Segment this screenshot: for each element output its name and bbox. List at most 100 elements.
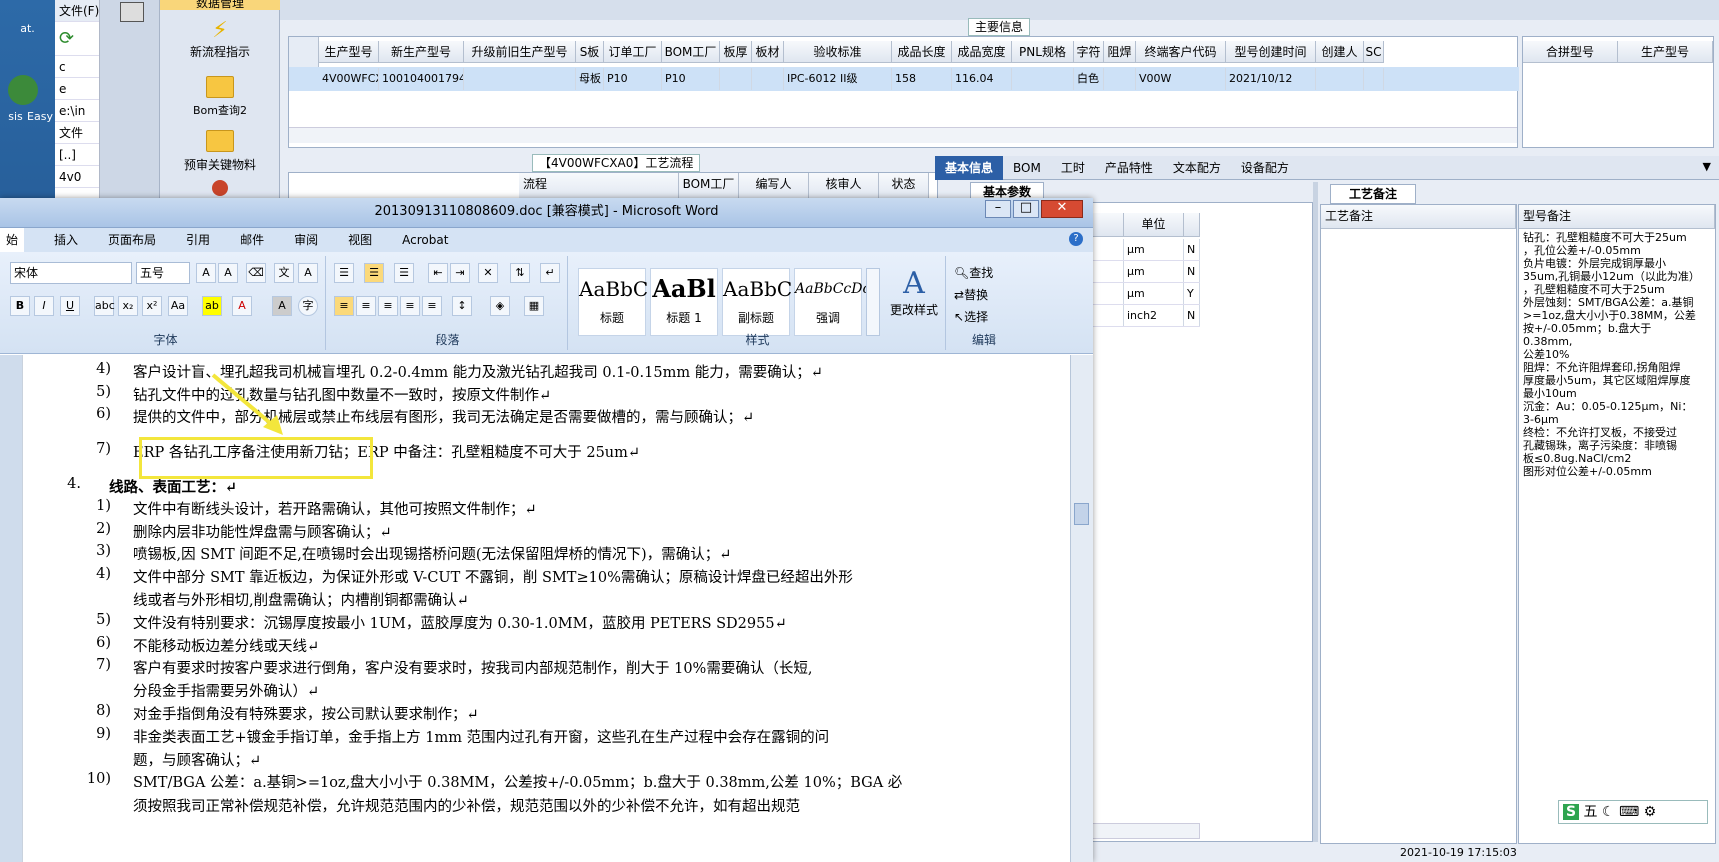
tab-text-recipe[interactable]: 文本配方 [1163, 156, 1231, 180]
tab-craft-notes[interactable]: 工艺备注 [1330, 184, 1417, 204]
char-border-icon[interactable]: A [298, 263, 318, 283]
scroll-thumb[interactable] [1074, 503, 1089, 525]
change-case-button[interactable]: Aa [168, 296, 188, 316]
grid-cell[interactable] [1316, 68, 1364, 90]
justify-icon[interactable]: ≡ [400, 296, 420, 316]
tab-hours[interactable]: 工时 [1051, 156, 1095, 180]
model-notes-text[interactable]: 钻孔：孔壁粗糙度不可大于25um ，孔位公差+/-0.05mm 负片电镀：外层完成铜… [1519, 229, 1715, 478]
style-title[interactable]: AaBbC 标题 [578, 268, 648, 336]
ime-toolbar[interactable]: S 五 ☾ ⌨ ⚙ [1558, 800, 1708, 824]
style-emphasis[interactable]: AaBbCcDc 强调 [794, 268, 870, 336]
grid-col-header[interactable]: 型号创建时间 [1226, 41, 1316, 63]
align-right-icon[interactable]: ≡ [378, 296, 398, 316]
tab-device-recipe[interactable]: 设备配方 [1231, 156, 1299, 180]
grid-cell[interactable]: P10 [604, 68, 662, 90]
sort-icon[interactable]: ⇅ [510, 263, 530, 283]
launcher-item-flow[interactable]: ⚡ 新流程指示 [160, 18, 280, 60]
grid-col-header[interactable]: 升级前旧生产型号 [464, 41, 576, 63]
increase-indent-icon[interactable]: ⇥ [450, 263, 470, 283]
grid-cell[interactable]: 116.04 [952, 68, 1012, 90]
borders-icon[interactable]: ▦ [524, 296, 544, 316]
phonetic-icon[interactable]: 文 [274, 263, 294, 283]
table-row[interactable]: 4V00WFCXA010010400179419母板P10P10IPC-6012… [289, 67, 1519, 91]
grid-cell[interactable] [752, 68, 784, 90]
grid-col-header[interactable]: 阻焊 [1104, 41, 1136, 63]
tab-bom[interactable]: BOM [1003, 156, 1051, 180]
grid-cell[interactable]: P10 [662, 68, 720, 90]
tab-view[interactable]: 视图 [348, 228, 372, 252]
grid-cell[interactable] [464, 68, 576, 90]
line-spacing-icon[interactable]: ↕ [452, 296, 472, 316]
grid-cell[interactable]: 10010400179419 [379, 68, 464, 90]
explorer-row[interactable]: 4v0 [55, 166, 99, 188]
style-subtitle[interactable]: AaBbC 副标题 [722, 268, 792, 336]
grid-col-header[interactable]: 订单工厂 [604, 41, 662, 63]
chevron-down-icon[interactable]: ▼ [1703, 160, 1711, 173]
tab-product-feature[interactable]: 产品特性 [1095, 156, 1163, 180]
help-icon[interactable]: ? [1069, 232, 1083, 246]
grid-cell[interactable] [1012, 68, 1074, 90]
replace-button[interactable]: ⇄替换 [954, 286, 988, 303]
grid-cell[interactable]: 白色 [1074, 68, 1104, 90]
align-center-icon[interactable]: ≡ [356, 296, 376, 316]
font-size-select[interactable]: 五号 [136, 262, 190, 284]
desktop-icon-label[interactable]: sis [0, 110, 43, 123]
maximize-button[interactable]: □ [1013, 200, 1039, 218]
shrink-font-icon[interactable]: A [218, 263, 238, 283]
multilevel-list-icon[interactable]: ☰ [394, 263, 414, 283]
grid-cell[interactable] [720, 68, 752, 90]
font-color-button[interactable]: A [232, 296, 252, 316]
underline-button[interactable]: U [60, 296, 80, 316]
font-name-select[interactable]: 宋体 [10, 262, 132, 284]
grid-col-header[interactable]: 新生产型号 [379, 41, 464, 63]
tab-layout[interactable]: 页面布局 [108, 228, 156, 252]
refresh-icon[interactable]: ⟳ [55, 22, 99, 56]
change-styles-button[interactable]: A 更改样式 [886, 266, 942, 318]
vertical-scrollbar[interactable] [1070, 355, 1093, 862]
splitter[interactable] [1313, 182, 1318, 842]
horizontal-scrollbar[interactable] [289, 127, 1517, 143]
explorer-menu[interactable]: 文件(F) [55, 0, 99, 22]
bold-button[interactable]: B [10, 296, 30, 316]
tab-acrobat[interactable]: Acrobat [402, 228, 448, 252]
grid-cell[interactable]: 母板 [576, 68, 604, 90]
superscript-button[interactable]: x² [142, 296, 162, 316]
decrease-indent-icon[interactable]: ⇤ [428, 263, 448, 283]
shading-icon[interactable]: ◈ [490, 296, 510, 316]
char-shading-button[interactable]: A [272, 296, 292, 316]
grid-col-header[interactable]: S板 [576, 41, 604, 63]
launcher-item-user[interactable] [160, 180, 280, 196]
explorer-row[interactable]: c [55, 56, 99, 78]
show-marks-icon[interactable]: ↵ [540, 263, 560, 283]
launcher-item-review[interactable]: 预审关键物料 [160, 130, 280, 173]
close-button[interactable]: ✕ [1041, 200, 1083, 218]
numbering-icon[interactable]: ☰ [364, 263, 384, 283]
document-page[interactable]: 4) 客户设计盲、埋孔超我司机械盲埋孔 0.2-0.4mm 能力及激光钻孔超我司 … [22, 355, 978, 862]
style-heading1[interactable]: AaBl 标题 1 [650, 268, 718, 336]
grow-font-icon[interactable]: A [196, 263, 216, 283]
grid-col-header[interactable]: 验收标准 [784, 41, 892, 63]
grid-col-header[interactable]: 成品宽度 [952, 41, 1012, 63]
chinese-layout-icon[interactable]: ✕ [478, 263, 498, 283]
tab-basic-info[interactable]: 基本信息 [935, 156, 1004, 180]
app-icon[interactable] [120, 2, 144, 22]
grid-cell[interactable]: 158 [892, 68, 952, 90]
tab-review[interactable]: 审阅 [294, 228, 318, 252]
grid-cell[interactable]: V00W [1136, 68, 1226, 90]
grid-col-header[interactable]: 创建人 [1316, 41, 1364, 63]
grid-col-header[interactable]: 字符 [1074, 41, 1104, 63]
launcher-item-bom[interactable]: Bom查询2 [160, 76, 280, 118]
launcher-item-data[interactable]: 数据管理 [160, 0, 280, 10]
grid-col-header[interactable]: SC [1364, 41, 1384, 63]
grid-cell[interactable]: 4V00WFCXA0 [319, 68, 379, 90]
grid-cell[interactable]: 2021/10/12 [1226, 68, 1316, 90]
tab-insert[interactable]: 插入 [54, 228, 78, 252]
explorer-row[interactable]: [..] [55, 144, 99, 166]
italic-button[interactable]: I [34, 296, 54, 316]
minimize-button[interactable]: – [985, 200, 1011, 218]
grid-cell[interactable] [1364, 68, 1384, 90]
grid-cell[interactable]: IPC-6012 II级 [784, 68, 892, 90]
desktop-icon-label[interactable]: at. [0, 22, 55, 35]
explorer-row[interactable]: e:\in [55, 100, 99, 122]
grid-col-header[interactable]: PNL规格 [1012, 41, 1074, 63]
